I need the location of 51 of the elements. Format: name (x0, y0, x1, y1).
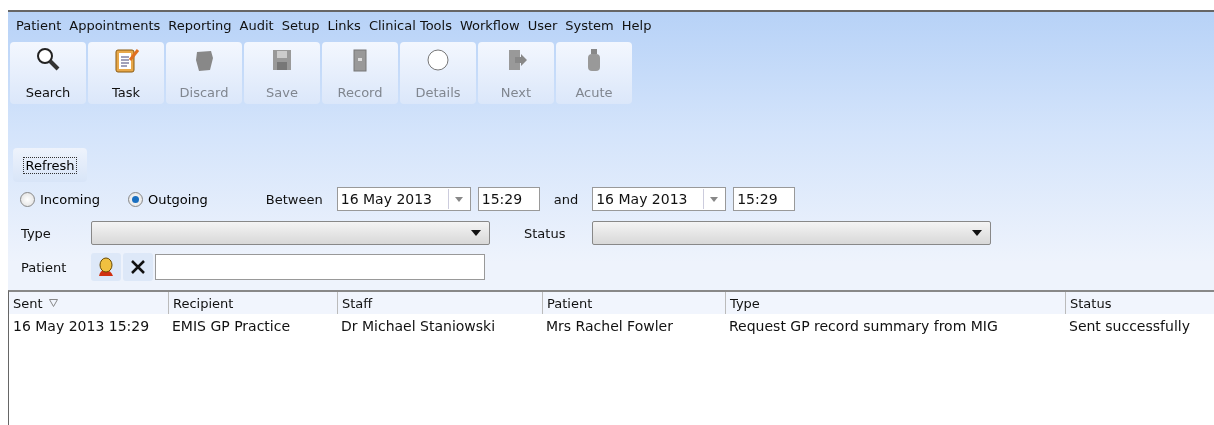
menu-item[interactable]: Setup (277, 18, 324, 40)
toolbar-button[interactable]: Task (88, 42, 164, 104)
menu-item[interactable]: System (561, 18, 618, 40)
menu-item[interactable]: Reporting (164, 18, 236, 40)
column-header[interactable]: Staff (337, 292, 542, 314)
table-cell-text: EMIS GP Practice (171, 317, 292, 336)
time-field[interactable]: 15:29 (733, 187, 796, 211)
table-cell-text: Mrs Rachel Fowler (545, 317, 674, 336)
sort-icon (48, 299, 58, 307)
between-label: Between (265, 191, 323, 207)
column-header[interactable]: Recipient (168, 292, 337, 314)
column-header[interactable]: Type (725, 292, 1065, 314)
menu-item[interactable]: User (523, 18, 562, 40)
table-cell-text: Sent successfully (1068, 317, 1191, 336)
menu-item[interactable]: Links (323, 18, 365, 40)
menu-item[interactable]: Help (617, 18, 656, 40)
patient-input-field[interactable] (155, 254, 485, 280)
patient-search-button[interactable] (91, 253, 121, 281)
caret-icon (471, 230, 481, 236)
caret-icon (454, 196, 463, 202)
status-label: Status (524, 225, 566, 241)
time-field[interactable]: 15:29 (477, 187, 540, 211)
menu-item[interactable]: Clinical Tools (364, 18, 456, 40)
table-cell-text: 16 May 2013 15:29 (12, 317, 151, 336)
table-cell-text: Dr Michael Staniowski (340, 317, 497, 336)
column-header[interactable]: Patient (542, 292, 725, 314)
clear-button[interactable] (123, 253, 153, 281)
menu-item[interactable]: Appointments (65, 18, 165, 40)
menu-item[interactable]: Audit (235, 18, 278, 40)
toolbar-button[interactable]: Search (10, 42, 86, 104)
radio-button[interactable]: Outgoing (127, 191, 208, 207)
refresh-button[interactable]: Refresh (13, 148, 87, 182)
caret-icon (710, 196, 719, 202)
status-dropdown[interactable] (592, 221, 992, 245)
close-icon (130, 259, 146, 275)
patient-label: Patient (21, 259, 68, 275)
menu-item[interactable]: Workflow (455, 18, 524, 40)
clipboard-icon (112, 46, 140, 74)
and-label: and (553, 191, 579, 207)
column-header[interactable]: Status (1065, 292, 1214, 314)
table-cell-text: Request GP record summary from MIG (728, 317, 999, 336)
column-header[interactable]: Sent (9, 292, 168, 314)
radio-button[interactable]: Incoming (20, 191, 100, 207)
date-field[interactable]: 16 May 2013 (592, 187, 727, 211)
caret-icon (972, 230, 983, 236)
circle-icon (424, 46, 452, 74)
type-label: Type (21, 225, 52, 241)
person-icon (96, 256, 116, 278)
date-field[interactable]: 16 May 2013 (336, 187, 471, 211)
type-dropdown[interactable] (91, 221, 490, 245)
menu-item[interactable]: Patient (12, 18, 66, 40)
